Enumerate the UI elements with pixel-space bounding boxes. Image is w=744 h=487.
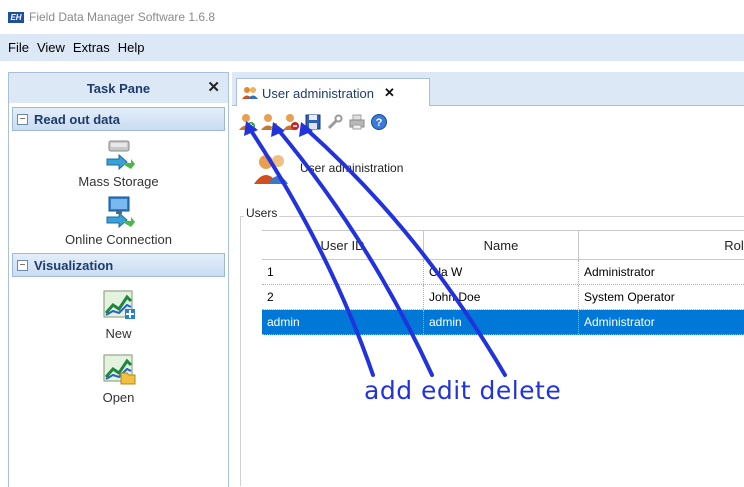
open-chart-icon bbox=[101, 351, 137, 387]
users-icon bbox=[254, 152, 288, 184]
column-header-user-id[interactable]: User ID bbox=[262, 231, 424, 259]
section-read-out-data[interactable]: − Read out data bbox=[12, 107, 225, 131]
edit-user-icon[interactable] bbox=[260, 113, 278, 131]
content-area: ? User administration Users User ID Name… bbox=[232, 106, 744, 487]
table-header: User ID Name Role bbox=[262, 230, 744, 260]
menu-help[interactable]: Help bbox=[114, 40, 149, 55]
window-title: Field Data Manager Software 1.6.8 bbox=[29, 10, 216, 24]
task-pane: Task Pane ✕ − Read out data Mass Storage bbox=[8, 72, 229, 487]
task-pane-title: Task Pane bbox=[86, 80, 151, 96]
print-icon[interactable] bbox=[348, 113, 366, 131]
online-connection-icon bbox=[101, 195, 137, 231]
collapse-icon[interactable]: − bbox=[17, 113, 28, 125]
add-user-icon[interactable] bbox=[238, 113, 256, 131]
page-title: User administration bbox=[300, 161, 404, 175]
cell-role: System Operator bbox=[579, 285, 744, 309]
task-item-label: New bbox=[105, 326, 132, 341]
help-icon[interactable]: ? bbox=[370, 113, 388, 131]
cell-user-id: 2 bbox=[262, 285, 424, 309]
column-header-role[interactable]: Role bbox=[579, 231, 744, 259]
table-row[interactable]: 2 John Doe System Operator bbox=[262, 285, 744, 310]
app-logo-icon: EH bbox=[8, 11, 24, 23]
toolbar: ? bbox=[238, 112, 388, 132]
section-visualization[interactable]: − Visualization bbox=[12, 253, 225, 277]
tab-user-administration[interactable]: User administration ✕ bbox=[236, 78, 430, 107]
task-item-new[interactable]: New bbox=[9, 287, 228, 341]
users-icon bbox=[242, 86, 258, 100]
tab-label: User administration bbox=[262, 85, 374, 101]
users-group-label: Users bbox=[244, 206, 280, 220]
task-pane-header: Task Pane ✕ bbox=[9, 73, 228, 103]
title-bar: EH Field Data Manager Software 1.6.8 bbox=[0, 0, 744, 34]
cell-role: Administrator bbox=[579, 310, 744, 334]
task-item-label: Online Connection bbox=[65, 232, 172, 247]
section-title: Read out data bbox=[34, 111, 120, 127]
column-header-name[interactable]: Name bbox=[424, 231, 579, 259]
task-item-label: Open bbox=[102, 390, 135, 405]
task-item-mass-storage[interactable]: Mass Storage bbox=[9, 137, 228, 189]
cell-user-id: 1 bbox=[262, 260, 424, 284]
menu-extras[interactable]: Extras bbox=[69, 40, 114, 55]
save-icon[interactable] bbox=[304, 113, 322, 131]
user-admin-header: User administration bbox=[254, 152, 403, 184]
task-item-online-connection[interactable]: Online Connection bbox=[9, 195, 228, 247]
mass-storage-icon bbox=[101, 137, 137, 173]
section-title: Visualization bbox=[34, 257, 114, 273]
close-icon[interactable]: ✕ bbox=[207, 78, 220, 96]
cell-name: admin bbox=[424, 310, 579, 334]
svg-text:?: ? bbox=[376, 117, 383, 129]
cell-user-id: admin bbox=[262, 310, 424, 334]
cell-name: Ola W bbox=[424, 260, 579, 284]
task-item-label: Mass Storage bbox=[78, 174, 159, 189]
table-row[interactable]: 1 Ola W Administrator bbox=[262, 260, 744, 285]
annotation-text: add edit delete bbox=[364, 376, 562, 405]
users-table: User ID Name Role 1 Ola W Administrator … bbox=[262, 230, 744, 335]
settings-icon[interactable] bbox=[326, 113, 344, 131]
new-chart-icon bbox=[101, 287, 137, 323]
task-item-open[interactable]: Open bbox=[9, 351, 228, 405]
menu-bar: File View Extras Help bbox=[0, 34, 744, 61]
tab-bar: User administration ✕ bbox=[232, 72, 744, 107]
collapse-icon[interactable]: − bbox=[17, 259, 28, 271]
close-icon[interactable]: ✕ bbox=[384, 85, 395, 101]
cell-name: John Doe bbox=[424, 285, 579, 309]
menu-file[interactable]: File bbox=[4, 40, 33, 55]
menu-view[interactable]: View bbox=[33, 40, 69, 55]
table-row-selected[interactable]: admin admin Administrator bbox=[262, 310, 744, 335]
delete-user-icon[interactable] bbox=[282, 113, 300, 131]
cell-role: Administrator bbox=[579, 260, 744, 284]
